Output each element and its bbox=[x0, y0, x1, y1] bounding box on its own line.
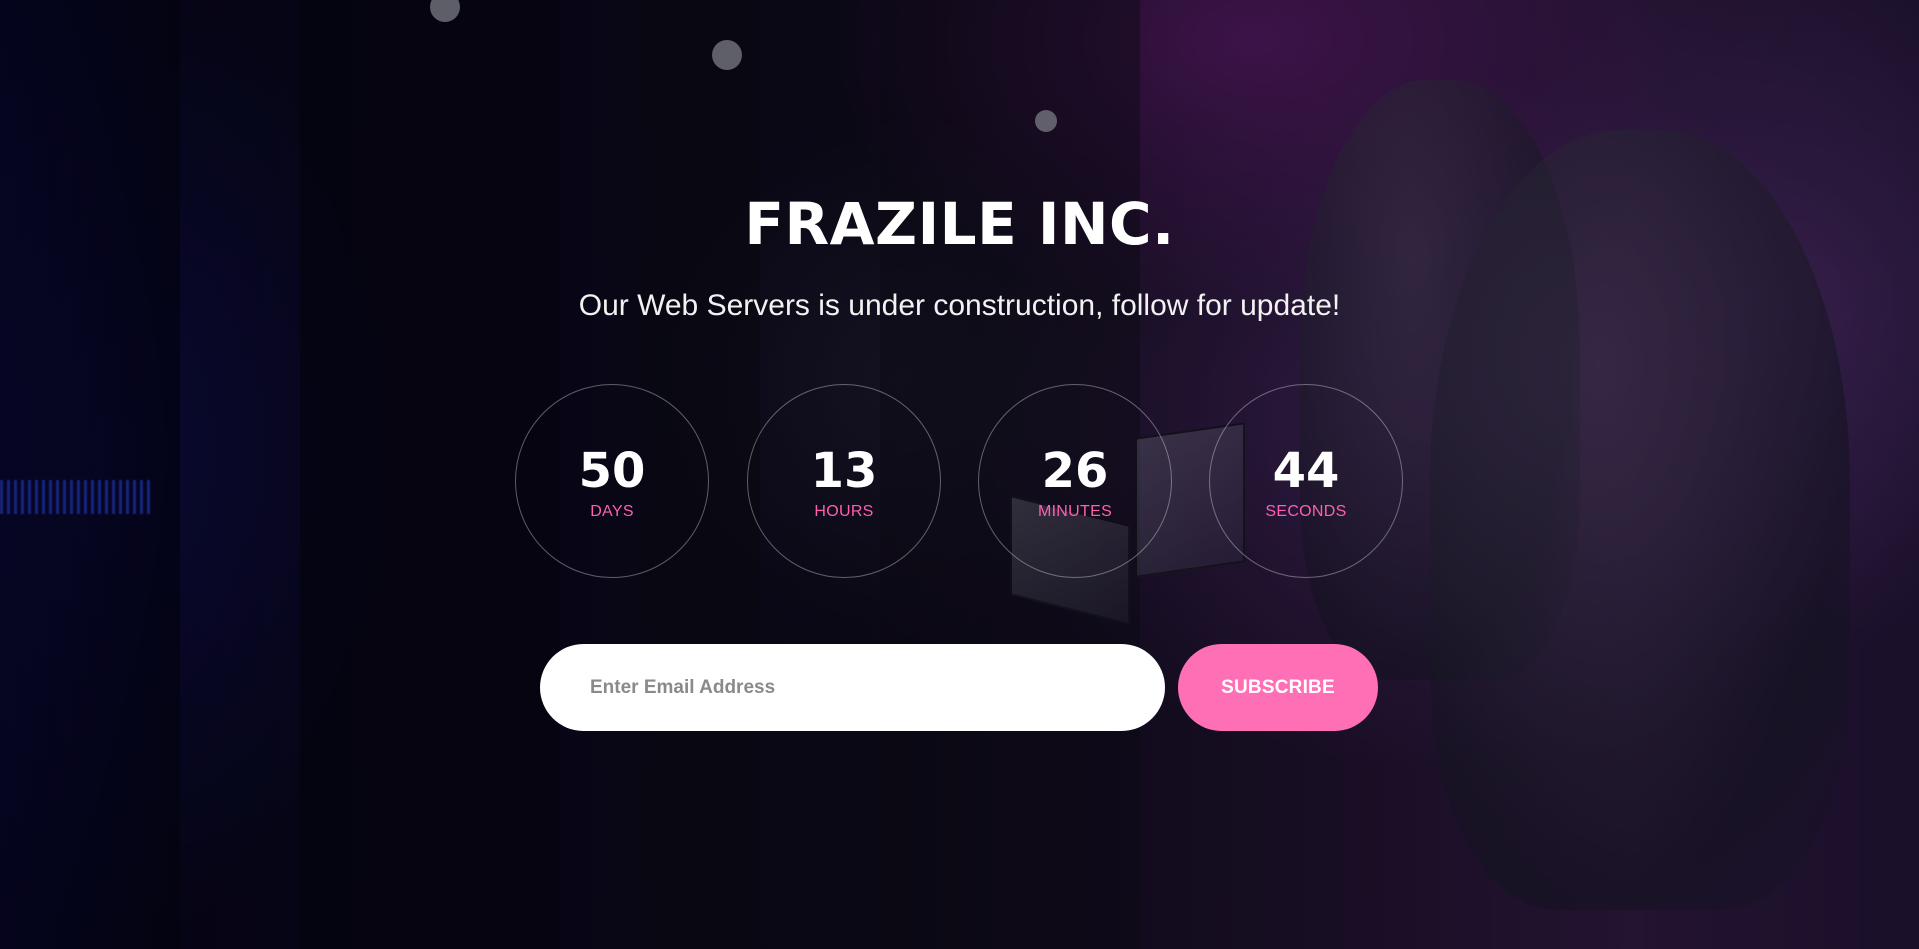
subscribe-button[interactable]: SUBSCRIBE bbox=[1178, 644, 1378, 731]
countdown-days: 50 DAYS bbox=[515, 384, 709, 578]
countdown-hours-value: 13 bbox=[810, 443, 878, 499]
countdown-days-label: DAYS bbox=[590, 503, 634, 520]
countdown-minutes-label: MINUTES bbox=[1037, 503, 1113, 520]
hero-content: FRAZILE INC. Our Web Servers is under co… bbox=[0, 0, 1919, 949]
countdown-seconds-value: 44 bbox=[1272, 443, 1340, 499]
subscribe-form: SUBSCRIBE bbox=[540, 644, 1380, 731]
countdown-seconds: 44 SECONDS bbox=[1209, 384, 1403, 578]
coming-soon-page: FRAZILE INC. Our Web Servers is under co… bbox=[0, 0, 1919, 949]
countdown-hours: 13 HOURS bbox=[747, 384, 941, 578]
email-input[interactable] bbox=[540, 644, 1165, 731]
countdown-minutes: 26 MINUTES bbox=[978, 384, 1172, 578]
countdown-minutes-value: 26 bbox=[1041, 443, 1109, 499]
countdown-timer: 50 DAYS 13 HOURS 26 MINUTES 44 SECONDS bbox=[515, 384, 1405, 578]
page-title: FRAZILE INC. bbox=[744, 190, 1175, 258]
countdown-days-value: 50 bbox=[578, 443, 646, 499]
countdown-seconds-label: SECONDS bbox=[1265, 503, 1347, 520]
countdown-hours-label: HOURS bbox=[814, 503, 874, 520]
page-subtitle: Our Web Servers is under construction, f… bbox=[578, 289, 1341, 322]
